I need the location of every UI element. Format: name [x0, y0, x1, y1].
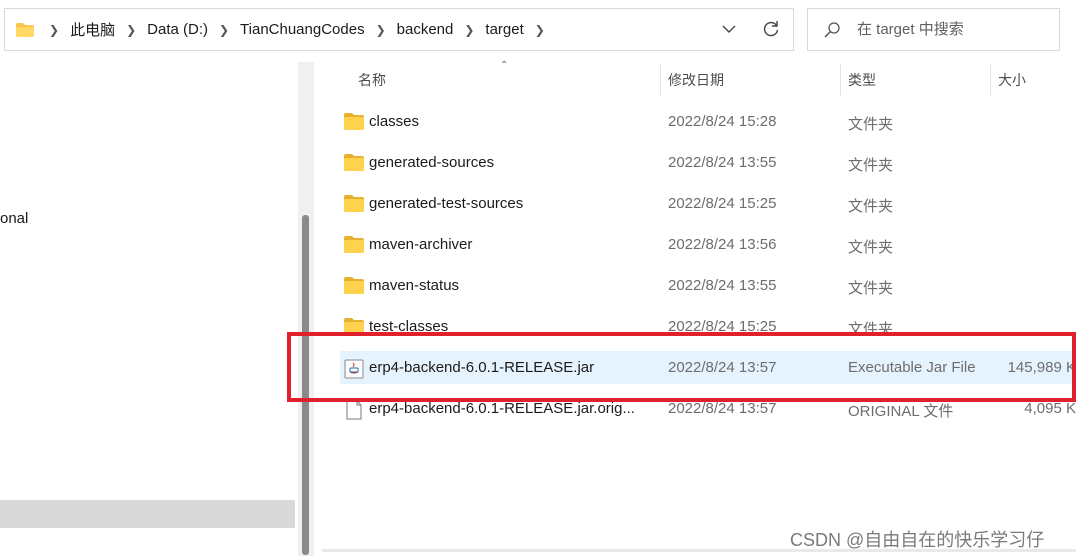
chevron-right-icon[interactable]: ❯: [44, 23, 64, 37]
file-row[interactable]: generated-sources 2022/8/24 13:55 文件夹: [340, 146, 1076, 179]
nav-item-selected[interactable]: [0, 500, 295, 528]
chevron-right-icon[interactable]: ❯: [214, 23, 234, 37]
watermark: CSDN @自由自在的快乐学习仔: [790, 530, 1045, 550]
file-name: generated-test-sources: [369, 195, 524, 212]
chevron-right-icon[interactable]: ❯: [530, 23, 550, 37]
nav-scrollbar-thumb[interactable]: [302, 215, 309, 555]
file-date: 2022/8/24 13:57: [668, 359, 777, 376]
breadcrumb-item[interactable]: TianChuangCodes: [234, 21, 371, 38]
folder-icon: [344, 236, 364, 253]
search-icon: [823, 21, 841, 39]
file-icon: [344, 400, 364, 420]
file-row[interactable]: erp4-backend-6.0.1-RELEASE.jar.orig... 2…: [340, 392, 1076, 425]
folder-icon: [344, 113, 364, 130]
breadcrumb: ❯ 此电脑 ❯ Data (D:) ❯ TianChuangCodes ❯ ba…: [44, 19, 550, 40]
chevron-right-icon[interactable]: ❯: [371, 23, 391, 37]
navigation-pane: onal: [0, 62, 296, 556]
file-type: 文件夹: [848, 116, 894, 133]
file-date: 2022/8/24 15:25: [668, 318, 777, 335]
file-date: 2022/8/24 15:28: [668, 113, 777, 130]
file-type: 文件夹: [848, 321, 894, 338]
file-name: maven-archiver: [369, 236, 473, 253]
breadcrumb-item[interactable]: target: [479, 21, 529, 38]
file-size: 145,989 K: [1007, 359, 1076, 376]
folder-icon: [344, 277, 364, 294]
chevron-down-icon[interactable]: [721, 21, 737, 37]
column-header-row: ⌃ 名称 修改日期 类型 大小: [316, 60, 1076, 96]
file-list: ⌃ 名称 修改日期 类型 大小 classes 2022/8/24 15:28 …: [316, 60, 1076, 556]
file-name: erp4-backend-6.0.1-RELEASE.jar.orig...: [369, 400, 635, 417]
file-row[interactable]: classes 2022/8/24 15:28 文件夹: [340, 105, 1076, 138]
column-divider[interactable]: [990, 64, 991, 96]
file-type: 文件夹: [848, 239, 894, 256]
file-type: 文件夹: [848, 157, 894, 174]
file-date: 2022/8/24 13:55: [668, 154, 777, 171]
file-name: test-classes: [369, 318, 449, 335]
chevron-right-icon[interactable]: ❯: [121, 23, 141, 37]
file-row[interactable]: generated-test-sources 2022/8/24 15:25 文…: [340, 187, 1076, 220]
folder-icon: [344, 318, 364, 335]
file-type: 文件夹: [848, 198, 894, 215]
file-type: Executable Jar File: [848, 359, 976, 376]
column-header-date[interactable]: 修改日期: [668, 70, 724, 90]
folder-icon: [344, 154, 364, 171]
file-row-selected[interactable]: erp4-backend-6.0.1-RELEASE.jar 2022/8/24…: [340, 351, 1076, 384]
nav-item-label[interactable]: onal: [0, 210, 28, 227]
breadcrumb-item[interactable]: backend: [391, 21, 460, 38]
column-header-type[interactable]: 类型: [848, 70, 876, 90]
address-bar[interactable]: ❯ 此电脑 ❯ Data (D:) ❯ TianChuangCodes ❯ ba…: [4, 8, 794, 51]
file-name: maven-status: [369, 277, 460, 294]
column-divider[interactable]: [840, 64, 841, 96]
file-name: classes: [369, 113, 420, 130]
column-divider[interactable]: [660, 64, 661, 96]
search-box[interactable]: [807, 8, 1060, 51]
file-date: 2022/8/24 13:56: [668, 236, 777, 253]
file-name: erp4-backend-6.0.1-RELEASE.jar: [369, 359, 595, 376]
file-row[interactable]: maven-archiver 2022/8/24 13:56 文件夹: [340, 228, 1076, 261]
file-row[interactable]: maven-status 2022/8/24 13:55 文件夹: [340, 269, 1076, 302]
file-row[interactable]: test-classes 2022/8/24 15:25 文件夹: [340, 310, 1076, 343]
file-date: 2022/8/24 13:57: [668, 400, 777, 417]
sort-ascending-icon: ⌃: [500, 60, 509, 71]
file-name: generated-sources: [369, 154, 495, 171]
file-date: 2022/8/24 13:55: [668, 277, 777, 294]
chevron-right-icon[interactable]: ❯: [459, 23, 479, 37]
column-header-size[interactable]: 大小: [998, 70, 1026, 90]
search-input[interactable]: [855, 20, 1049, 39]
file-size: 4,095 K: [1024, 400, 1076, 417]
file-type: 文件夹: [848, 280, 894, 297]
refresh-icon[interactable]: [761, 19, 781, 39]
folder-icon: [344, 195, 364, 212]
file-date: 2022/8/24 15:25: [668, 195, 777, 212]
breadcrumb-item[interactable]: 此电脑: [64, 19, 121, 40]
column-header-name[interactable]: 名称: [358, 70, 386, 90]
folder-icon: [16, 22, 34, 37]
file-type: ORIGINAL 文件: [848, 403, 954, 420]
java-jar-icon: [344, 359, 364, 379]
breadcrumb-item[interactable]: Data (D:): [141, 21, 214, 38]
